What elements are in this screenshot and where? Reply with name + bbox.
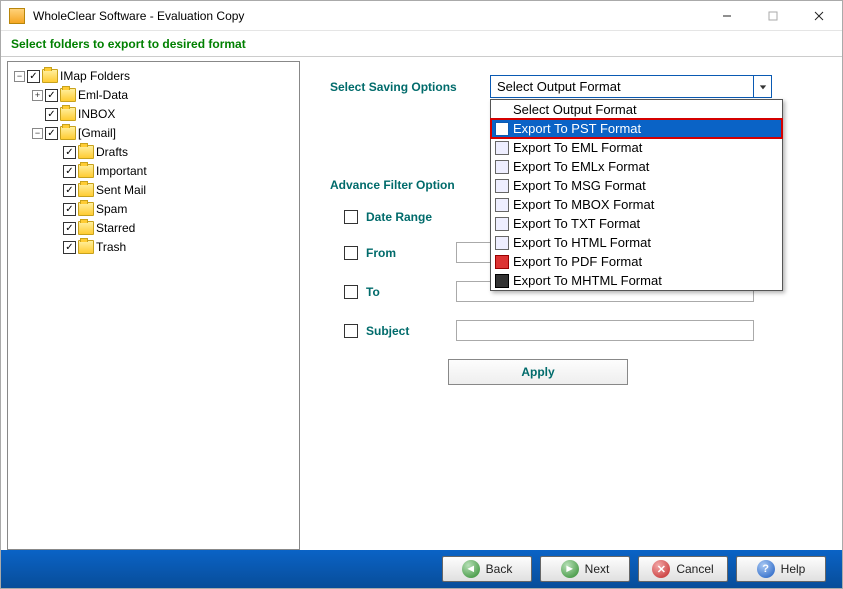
folder-tree-panel[interactable]: − ✓ IMap Folders + ✓ Eml-Data: [7, 61, 300, 550]
folder-icon: [42, 69, 58, 83]
date-range-checkbox[interactable]: [344, 210, 358, 224]
folder-icon: [78, 145, 94, 159]
window-title: WholeClear Software - Evaluation Copy: [33, 9, 704, 23]
tree-item-gmail[interactable]: − ✓ [Gmail]: [32, 124, 295, 142]
output-format-combo[interactable]: Select Output Format: [490, 75, 772, 98]
cancel-icon: ✕: [652, 560, 670, 578]
cancel-button[interactable]: ✕Cancel: [638, 556, 728, 582]
checkbox[interactable]: ✓: [63, 146, 76, 159]
output-format-dropdown[interactable]: Select Output Format Export To PST Forma…: [490, 99, 783, 291]
option-html[interactable]: Export To HTML Format: [491, 233, 782, 252]
tree-item-starred[interactable]: ✓Starred: [50, 219, 295, 237]
titlebar: WholeClear Software - Evaluation Copy: [1, 1, 842, 31]
folder-icon: [78, 240, 94, 254]
checkbox[interactable]: ✓: [45, 89, 58, 102]
pst-icon: [495, 122, 509, 136]
back-button[interactable]: ◄Back: [442, 556, 532, 582]
tree-root[interactable]: − ✓ IMap Folders: [14, 67, 295, 85]
subject-checkbox[interactable]: [344, 324, 358, 338]
from-label: From: [366, 246, 456, 260]
help-icon: ?: [757, 560, 775, 578]
saving-options-label: Select Saving Options: [330, 80, 490, 94]
checkbox[interactable]: ✓: [63, 184, 76, 197]
folder-icon: [60, 126, 76, 140]
main-area: − ✓ IMap Folders + ✓ Eml-Data: [1, 57, 842, 550]
option-eml[interactable]: Export To EML Format: [491, 138, 782, 157]
checkbox[interactable]: ✓: [63, 203, 76, 216]
combo-value: Select Output Format: [491, 79, 753, 94]
help-button[interactable]: ?Help: [736, 556, 826, 582]
back-icon: ◄: [462, 560, 480, 578]
to-label: To: [366, 285, 456, 299]
expand-icon[interactable]: +: [32, 90, 43, 101]
close-button[interactable]: [796, 1, 842, 31]
tree-item-spam[interactable]: ✓Spam: [50, 200, 295, 218]
folder-icon: [78, 202, 94, 216]
folder-icon: [60, 107, 76, 121]
form-panel: Select Saving Options Select Output Form…: [300, 57, 842, 550]
folder-icon: [78, 221, 94, 235]
option-header[interactable]: Select Output Format: [491, 100, 782, 119]
tree-item-trash[interactable]: ✓Trash: [50, 238, 295, 256]
mbox-icon: [495, 198, 509, 212]
checkbox[interactable]: ✓: [45, 108, 58, 121]
option-mbox[interactable]: Export To MBOX Format: [491, 195, 782, 214]
tree-item-emldata[interactable]: + ✓ Eml-Data: [32, 86, 295, 104]
date-range-label: Date Range: [366, 210, 456, 224]
emlx-icon: [495, 160, 509, 174]
to-checkbox[interactable]: [344, 285, 358, 299]
subject-label: Subject: [366, 324, 456, 338]
eml-icon: [495, 141, 509, 155]
header-instruction: Select folders to export to desired form…: [1, 31, 842, 57]
minimize-button[interactable]: [704, 1, 750, 31]
checkbox[interactable]: ✓: [63, 241, 76, 254]
next-button[interactable]: ►Next: [540, 556, 630, 582]
next-icon: ►: [561, 560, 579, 578]
mhtml-icon: [495, 274, 509, 288]
subject-input[interactable]: [456, 320, 754, 341]
apply-button[interactable]: Apply: [448, 359, 628, 385]
checkbox[interactable]: ✓: [45, 127, 58, 140]
checkbox[interactable]: ✓: [27, 70, 40, 83]
from-checkbox[interactable]: [344, 246, 358, 260]
tree-item-sentmail[interactable]: ✓Sent Mail: [50, 181, 295, 199]
msg-icon: [495, 179, 509, 193]
option-pdf[interactable]: Export To PDF Format: [491, 252, 782, 271]
checkbox[interactable]: ✓: [63, 165, 76, 178]
folder-icon: [78, 164, 94, 178]
option-txt[interactable]: Export To TXT Format: [491, 214, 782, 233]
html-icon: [495, 236, 509, 250]
chevron-down-icon[interactable]: [753, 76, 771, 97]
tree-item-drafts[interactable]: ✓Drafts: [50, 143, 295, 161]
option-msg[interactable]: Export To MSG Format: [491, 176, 782, 195]
collapse-icon[interactable]: −: [32, 128, 43, 139]
checkbox[interactable]: ✓: [63, 222, 76, 235]
option-mhtml[interactable]: Export To MHTML Format: [491, 271, 782, 290]
folder-icon: [60, 88, 76, 102]
maximize-button[interactable]: [750, 1, 796, 31]
folder-icon: [78, 183, 94, 197]
txt-icon: [495, 217, 509, 231]
spacer: [32, 109, 43, 120]
option-pst[interactable]: Export To PST Format: [491, 119, 782, 138]
app-icon: [9, 8, 25, 24]
pdf-icon: [495, 255, 509, 269]
tree-item-important[interactable]: ✓Important: [50, 162, 295, 180]
tree-item-inbox[interactable]: ✓ INBOX: [32, 105, 295, 123]
option-emlx[interactable]: Export To EMLx Format: [491, 157, 782, 176]
collapse-icon[interactable]: −: [14, 71, 25, 82]
footer-bar: ◄Back ►Next ✕Cancel ?Help: [1, 550, 842, 588]
